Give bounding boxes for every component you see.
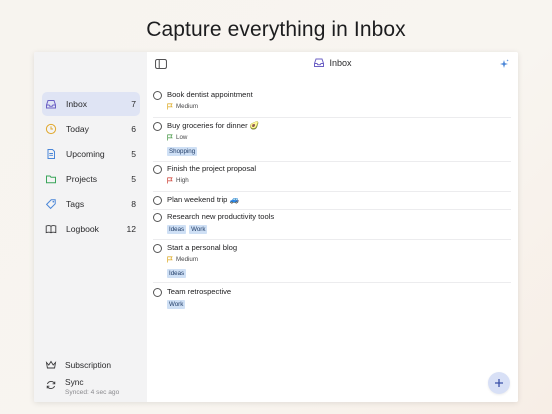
sidebar-item-label: Inbox (66, 99, 88, 109)
task-checkbox[interactable] (153, 91, 162, 100)
subscription-button[interactable]: Subscription (42, 358, 142, 372)
sidebar-item-count: 5 (131, 149, 136, 159)
sidebar-item-label: Projects (66, 174, 98, 184)
divider (153, 239, 511, 240)
inbox-icon (44, 97, 58, 111)
sidebar-item-label: Tags (66, 199, 85, 209)
divider (153, 161, 511, 162)
divider (153, 209, 511, 210)
task-title: Team retrospective (167, 287, 232, 296)
sidebar-item-count: 7 (131, 99, 136, 109)
divider (153, 282, 511, 283)
task-tags: Work (167, 300, 186, 309)
sidebar-item-logbook[interactable]: Logbook 12 (42, 217, 140, 241)
task-checkbox[interactable] (153, 288, 162, 297)
task-title: Book dentist appointment (167, 90, 253, 99)
tag-chip[interactable]: Ideas (167, 225, 187, 234)
task-row[interactable]: Buy groceries for dinner 🥑 Low Shopping (153, 121, 511, 157)
priority-label: Medium (176, 256, 199, 263)
flag-icon (167, 134, 173, 141)
task-priority: High (167, 177, 189, 184)
sync-text: Sync Synced: 4 sec ago (65, 377, 119, 396)
tag-chip[interactable]: Work (189, 225, 208, 234)
task-row[interactable]: Book dentist appointment Medium (153, 90, 511, 114)
flag-icon (167, 103, 173, 110)
sidebar-item-inbox[interactable]: Inbox 7 (42, 92, 140, 116)
priority-label: Low (176, 134, 188, 141)
task-checkbox[interactable] (153, 196, 162, 205)
sidebar-item-upcoming[interactable]: Upcoming 5 (42, 142, 140, 166)
app-window: Inbox 7 Today 6 Upcoming 5 Projects 5 Ta… (34, 52, 518, 402)
plus-icon (495, 379, 503, 387)
book-icon (44, 222, 58, 236)
sync-status: Synced: 4 sec ago (65, 389, 120, 396)
task-row[interactable]: Research new productivity tools Ideas Wo… (153, 212, 511, 236)
flag-icon (167, 256, 173, 263)
tag-chip[interactable]: Work (167, 300, 186, 309)
top-bar: Inbox (147, 52, 518, 76)
sidebar-item-projects[interactable]: Projects 5 (42, 167, 140, 191)
tag-icon (44, 197, 58, 211)
task-checkbox[interactable] (153, 244, 162, 253)
task-row[interactable]: Finish the project proposal High (153, 164, 511, 188)
task-checkbox[interactable] (153, 165, 162, 174)
crown-icon (44, 358, 58, 372)
task-row[interactable]: Team retrospective Work (153, 287, 511, 311)
task-priority: Medium (167, 103, 198, 110)
priority-label: High (176, 177, 189, 184)
sync-button[interactable]: Sync Synced: 4 sec ago (42, 377, 142, 396)
tag-chip[interactable]: Ideas (167, 269, 187, 278)
task-tags: Ideas Work (167, 225, 208, 234)
task-checkbox[interactable] (153, 122, 162, 131)
sidebar-item-label: Upcoming (66, 149, 105, 159)
sidebar-item-count: 5 (131, 174, 136, 184)
sync-icon (44, 378, 58, 392)
task-title: Research new productivity tools (167, 212, 275, 221)
task-priority: Low (167, 134, 187, 141)
sidebar-item-tags[interactable]: Tags 8 (42, 192, 140, 216)
sidebar: Inbox 7 Today 6 Upcoming 5 Projects 5 Ta… (34, 52, 147, 402)
sidebar-item-count: 12 (126, 224, 136, 234)
task-tags: Ideas (167, 269, 187, 278)
flag-icon (167, 177, 173, 184)
document-icon (44, 147, 58, 161)
subscription-label: Subscription (65, 360, 112, 370)
folder-icon (44, 172, 58, 186)
page-title: Inbox (329, 57, 352, 68)
task-tags: Shopping (167, 147, 198, 156)
task-row[interactable]: Start a personal blog Medium Ideas (153, 243, 511, 279)
page-headline: Capture everything in Inbox (146, 18, 406, 41)
inbox-icon (313, 57, 325, 68)
divider (153, 191, 511, 192)
task-title: Buy groceries for dinner 🥑 (167, 121, 260, 130)
priority-label: Medium (176, 103, 199, 110)
sync-label: Sync (65, 377, 84, 387)
task-priority: Medium (167, 256, 198, 263)
sidebar-item-label: Today (66, 124, 89, 134)
add-task-button[interactable] (488, 372, 510, 394)
divider (153, 117, 511, 118)
main-panel: Inbox Book dentist appointment Medium Bu… (147, 52, 518, 402)
task-title: Finish the project proposal (167, 164, 257, 173)
tag-chip[interactable]: Shopping (167, 147, 198, 156)
task-row[interactable]: Plan weekend trip 🚙 (153, 195, 511, 207)
sidebar-item-count: 6 (131, 124, 136, 134)
sidebar-item-today[interactable]: Today 6 (42, 117, 140, 141)
header-title-group: Inbox (147, 57, 518, 68)
task-title: Plan weekend trip 🚙 (167, 195, 239, 204)
sparkle-icon[interactable] (497, 57, 511, 71)
task-checkbox[interactable] (153, 213, 162, 222)
clock-icon (44, 122, 58, 136)
sidebar-item-label: Logbook (66, 224, 99, 234)
task-title: Start a personal blog (167, 243, 238, 252)
sidebar-item-count: 8 (131, 199, 136, 209)
